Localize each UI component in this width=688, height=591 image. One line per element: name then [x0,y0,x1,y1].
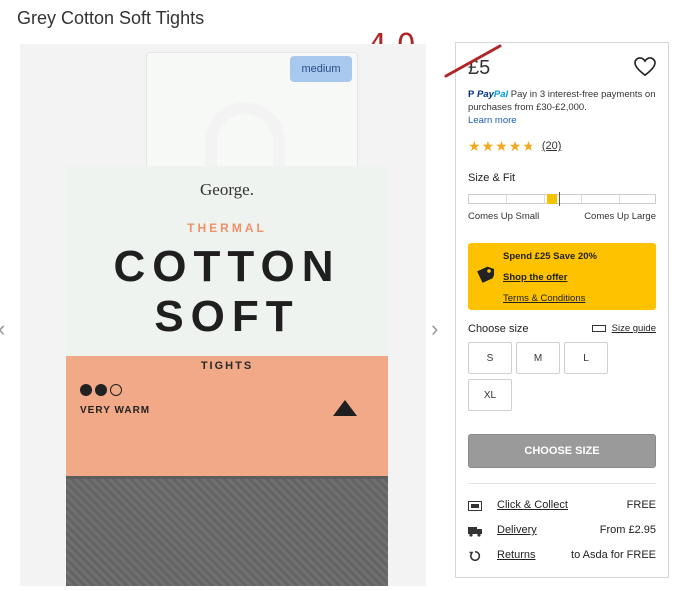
delivery-link[interactable]: Delivery [497,524,537,536]
product-image[interactable]: medium George. THERMAL COTTON SOFT TIGHT… [20,44,426,586]
size-guide-link[interactable]: Size guide [591,323,656,334]
review-count-link[interactable]: (20) [542,140,562,152]
star-icon: ★ [481,138,495,154]
prev-image-arrow-icon[interactable]: ‹ [0,316,5,342]
truck-icon [468,527,482,537]
delivery-row-returns: Returns to Asda for FREE [468,549,656,565]
fit-center-tick [559,192,560,206]
star-icon: ★ [508,138,522,154]
paypal-logo: PayPal [476,89,509,100]
promo-title: Spend £25 Save 20% [503,251,597,262]
returns-icon [469,550,481,562]
fit-high-label: Comes Up Large [584,211,656,222]
price-tag-icon [477,266,494,283]
size-option-s[interactable]: S [468,342,512,374]
choose-size-label: Choose size [468,323,529,335]
lycra-logo-icon [333,400,357,416]
fit-low-label: Comes Up Small [468,211,540,222]
wishlist-heart-icon[interactable] [634,57,656,77]
divider [468,483,656,484]
warmth-label: VERY WARM [80,405,151,416]
shop-offer-link[interactable]: Shop the offer [503,272,567,283]
store-icon [468,501,482,511]
delivery-value: From £2.95 [599,524,656,536]
size-option-l[interactable]: L [564,342,608,374]
choose-size-button[interactable]: CHOOSE SIZE [468,434,656,468]
package-soft: SOFT [154,292,300,341]
warmth-dot-empty [110,384,122,396]
fit-segment [544,195,545,203]
size-option-xl[interactable]: XL [468,379,512,411]
package-tights: TIGHTS [200,360,254,372]
brand-logo: George. [200,180,254,199]
size-fit-title: Size & Fit [468,172,516,184]
half-star-icon: ★ [522,138,535,154]
size-sticker: medium [290,56,352,82]
returns-value: to Asda for FREE [571,549,656,561]
size-fit-scale [468,192,656,206]
size-option-m[interactable]: M [516,342,560,374]
package-cotton: COTTON [113,242,341,291]
learn-more-link[interactable]: Learn more [468,115,517,126]
promo-banner: Spend £25 Save 20% Shop the offer Terms … [468,243,656,310]
rating-stars[interactable]: ★ ★ ★ ★ ★ (20) [468,139,561,153]
page-title: Grey Cotton Soft Tights [17,8,205,28]
fit-segment [619,195,620,203]
click-collect-link[interactable]: Click & Collect [497,499,568,511]
terms-link[interactable]: Terms & Conditions [503,293,585,304]
fit-marker [547,194,557,204]
click-collect-value: FREE [626,499,656,511]
warmth-dots [80,384,122,396]
ruler-icon [591,325,606,332]
price-strike-mark [444,44,502,78]
paypal-info: P PayPal Pay in 3 interest-free payments… [468,88,663,127]
star-icon: ★ [468,138,481,154]
warmth-dot [95,384,107,396]
star-icon: ★ [495,138,508,154]
purchase-panel: £5 P PayPal Pay in 3 interest-free payme… [444,42,669,578]
returns-link[interactable]: Returns [497,549,536,561]
warmth-dot [80,384,92,396]
paypal-p-icon: P [468,89,475,100]
fit-segment [581,195,582,203]
next-image-arrow-icon[interactable]: › [431,316,438,342]
package-thermal: THERMAL [187,221,267,235]
delivery-row-click-collect: Click & Collect FREE [468,499,656,515]
size-guide-label: Size guide [611,323,656,334]
delivery-row-delivery: Delivery From £2.95 [468,524,656,540]
fit-segment [506,195,507,203]
